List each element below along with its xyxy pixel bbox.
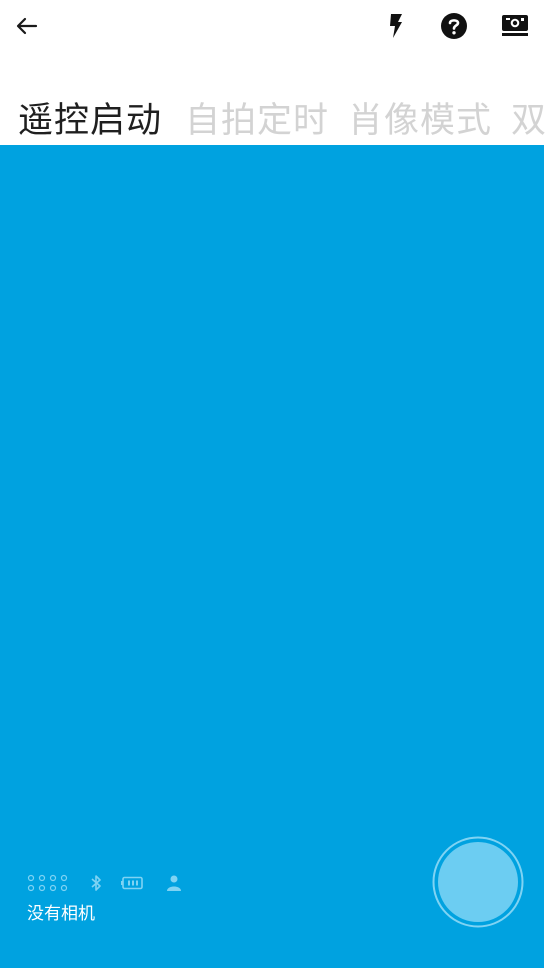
tab-remote-trigger[interactable]: 遥控启动 xyxy=(18,95,162,147)
mode-tabs: 遥控启动 自拍定时 肖像模式 双 xyxy=(0,95,546,147)
camera-mode-icon xyxy=(502,15,528,41)
tab-portrait-mode[interactable]: 肖像模式 xyxy=(348,95,492,147)
dots-grid-icon xyxy=(27,872,71,894)
person-icon xyxy=(167,875,181,891)
help-circle-icon xyxy=(440,12,468,44)
camera-status-text: 没有相机 xyxy=(27,904,95,924)
tab-self-timer[interactable]: 自拍定时 xyxy=(185,95,329,147)
top-toolbar xyxy=(0,0,546,56)
flash-icon xyxy=(389,14,403,42)
status-row xyxy=(27,872,181,894)
battery-icon xyxy=(121,875,143,891)
back-button[interactable] xyxy=(7,8,47,48)
remote-camera-screen: 遥控启动 自拍定时 肖像模式 双 没有相机 xyxy=(0,0,546,968)
bluetooth-icon xyxy=(89,873,103,893)
camera-mode-button[interactable] xyxy=(495,8,535,48)
arrow-left-icon xyxy=(16,15,38,41)
shutter-button[interactable] xyxy=(432,836,524,928)
tab-dual[interactable]: 双 xyxy=(511,95,546,147)
help-button[interactable] xyxy=(434,8,474,48)
flash-button[interactable] xyxy=(376,8,416,48)
